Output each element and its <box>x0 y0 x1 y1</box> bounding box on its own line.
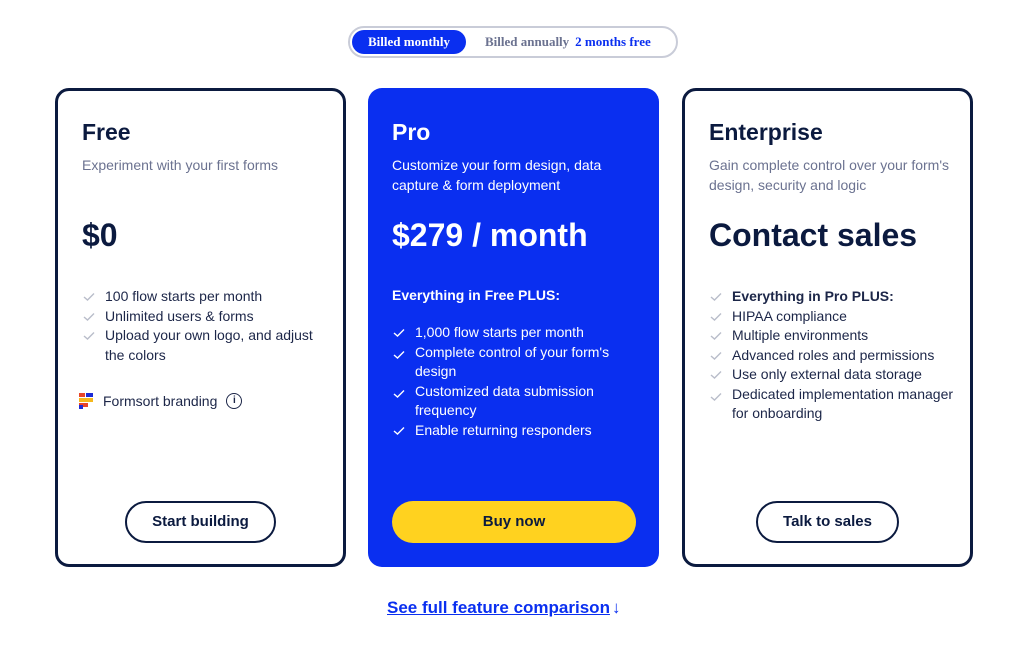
check-icon <box>393 350 405 359</box>
feature-item: Complete control of your form's design <box>392 343 642 382</box>
feature-text: Advanced roles and permissions <box>732 346 935 363</box>
feature-text: Unlimited users & forms <box>105 307 254 324</box>
buy-now-button[interactable]: Buy now <box>392 501 636 543</box>
plan-price: $279 / month <box>392 217 588 253</box>
plan-title: Pro <box>392 119 431 145</box>
billed-monthly-option[interactable]: Billed monthly <box>352 30 466 54</box>
feature-item: Enable returning responders <box>392 421 642 441</box>
annual-promo-badge: 2 months free <box>575 34 651 49</box>
feature-item: Everything in Pro PLUS: <box>709 287 959 307</box>
check-icon <box>83 332 95 340</box>
plan-description: Customize your form design, data capture… <box>392 157 602 193</box>
check-icon <box>393 329 405 337</box>
feature-text: 1,000 flow starts per month <box>415 324 584 340</box>
billed-annually-option[interactable]: Billed annually 2 months free <box>485 30 651 54</box>
billed-annually-label: Billed annually <box>485 34 570 49</box>
feature-item: Dedicated implementation manager for onb… <box>709 385 959 424</box>
feature-text: Use only external data storage <box>732 366 922 382</box>
feature-item: 1,000 flow starts per month <box>392 323 642 343</box>
check-icon <box>710 312 722 321</box>
check-icon <box>710 351 722 360</box>
plan-lead: Everything in Free PLUS: <box>392 287 561 303</box>
check-icon <box>710 371 722 379</box>
plan-price: $0 <box>82 217 118 253</box>
plan-title: Free <box>82 119 131 145</box>
feature-item: Customized data submission frequency <box>392 382 642 421</box>
plan-card-enterprise: Enterprise Gain complete control over yo… <box>682 88 973 567</box>
plan-title: Enterprise <box>709 119 823 145</box>
billing-toggle[interactable]: Billed monthly Billed annually 2 months f… <box>348 26 678 58</box>
feature-item: HIPAA compliance <box>709 307 959 327</box>
feature-list: Everything in Pro PLUS: HIPAA compliance… <box>709 287 959 424</box>
feature-comparison-label: See full feature comparison <box>387 598 610 617</box>
feature-text: Enable returning responders <box>415 421 592 438</box>
feature-item: Use only external data storage <box>709 365 959 385</box>
check-icon <box>710 293 722 301</box>
feature-item: Multiple environments <box>709 326 959 346</box>
feature-text: HIPAA compliance <box>732 307 847 324</box>
plan-card-pro: Pro Customize your form design, data cap… <box>368 88 659 567</box>
feature-item: Upload your own logo, and adjust the col… <box>82 326 332 365</box>
feature-text: Everything in Pro PLUS: <box>732 288 894 304</box>
plan-description: Experiment with your first forms <box>82 157 279 173</box>
feature-text: Upload your own logo, and adjust the col… <box>105 327 313 363</box>
plan-description: Gain complete control over your form's d… <box>709 157 949 193</box>
check-icon <box>710 392 722 401</box>
plan-card-free: Free Experiment with your first forms $0… <box>55 88 346 567</box>
feature-text: Customized data submission frequency <box>415 382 594 419</box>
check-icon <box>83 312 95 321</box>
feature-item: Unlimited users & forms <box>82 307 332 327</box>
talk-to-sales-button[interactable]: Talk to sales <box>756 501 899 543</box>
feature-text: Complete control of your form's design <box>415 343 610 380</box>
feature-item: Advanced roles and permissions <box>709 346 959 366</box>
feature-item: 100 flow starts per month <box>82 287 332 307</box>
plan-price: Contact sales <box>709 217 918 253</box>
info-icon[interactable]: i <box>226 393 243 409</box>
formsort-branding: Formsort branding i <box>79 393 243 409</box>
feature-text: Dedicated implementation manager for onb… <box>732 385 954 422</box>
arrow-down-icon: ↓ <box>611 598 621 617</box>
check-icon <box>83 293 95 301</box>
feature-list: 1,000 flow starts per month Complete con… <box>392 323 642 440</box>
check-icon <box>393 426 405 435</box>
feature-text: Multiple environments <box>732 327 869 343</box>
formsort-logo-icon <box>79 393 93 409</box>
feature-comparison-link[interactable]: See full feature comparison ↓ <box>387 598 620 618</box>
check-icon <box>393 389 405 398</box>
start-building-button[interactable]: Start building <box>125 501 276 543</box>
feature-list: 100 flow starts per month Unlimited user… <box>82 287 332 365</box>
check-icon <box>710 332 722 340</box>
branding-label: Formsort branding <box>103 393 218 409</box>
feature-text: 100 flow starts per month <box>105 288 263 304</box>
